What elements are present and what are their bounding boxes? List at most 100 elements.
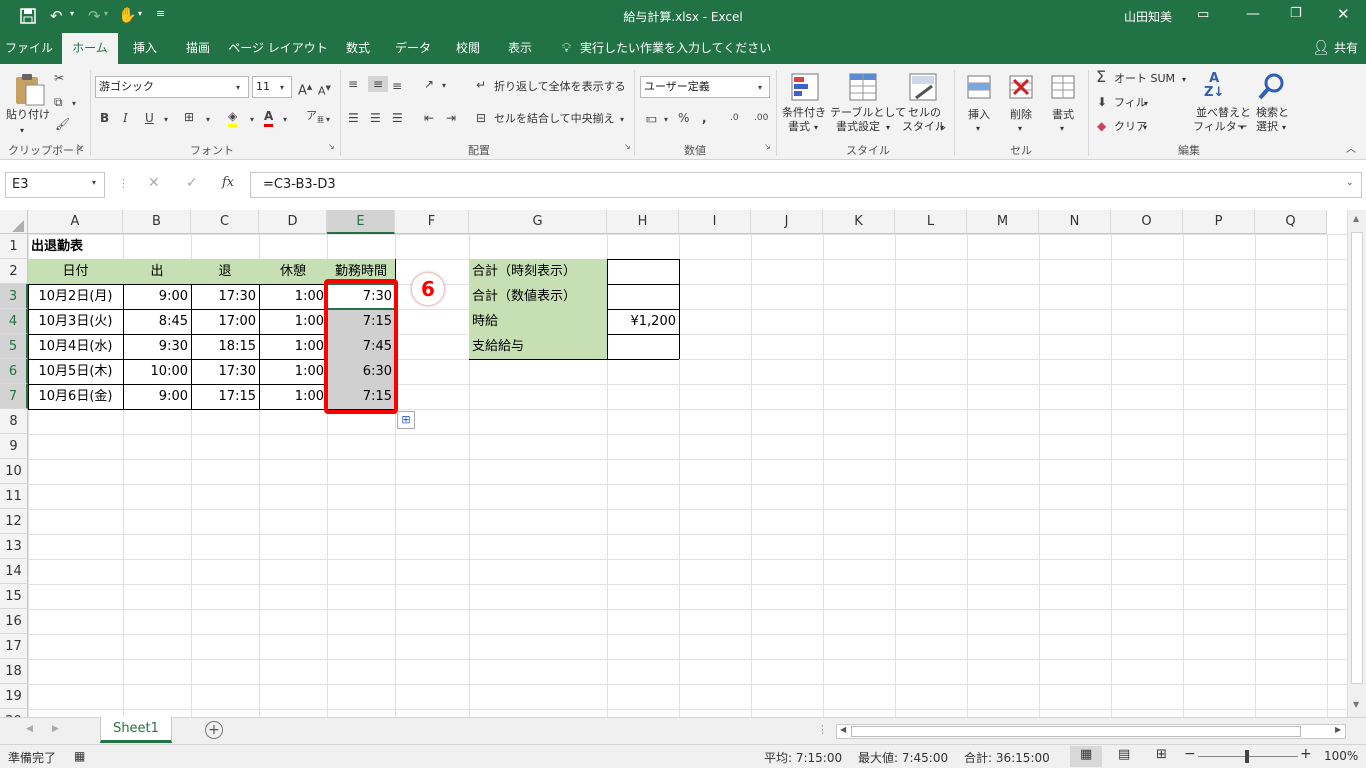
horizontal-scrollbar[interactable]: ◀ ▶ [836,724,1346,739]
accounting-format-icon[interactable]: 💴︎ [646,110,657,126]
column-header-b[interactable]: B [123,210,191,234]
cell-c3[interactable]: 17:30 [191,284,259,309]
cell-a3[interactable]: 10月2日(月) [28,284,123,309]
row-header-2[interactable]: 2 [0,259,28,284]
vertical-scroll-thumb[interactable] [1351,232,1363,684]
tab-page-layout[interactable]: ページ レイアウト [228,33,328,64]
tab-home[interactable]: ホーム [62,33,118,64]
percent-style-icon[interactable]: % [678,110,689,126]
row-header-4[interactable]: 4 [0,309,28,334]
column-header-f[interactable]: F [395,210,469,234]
orientation-icon[interactable]: ↗ [424,76,434,92]
sheet-scroll-left-icon[interactable]: ◀ [26,724,33,734]
name-box-dropdown-icon[interactable]: ▾ [92,178,96,187]
format-cells-icon[interactable] [1048,72,1078,102]
column-header-c[interactable]: C [191,210,259,234]
header-cell-d[interactable]: 休憩 [259,259,327,284]
save-icon[interactable] [20,8,36,24]
number-format-dropdown-icon[interactable]: ▾ [758,80,762,96]
cell-c5[interactable]: 18:15 [191,334,259,359]
tab-review[interactable]: 校閲 [445,33,491,64]
column-header-d[interactable]: D [259,210,327,234]
row-header-16[interactable]: 16 [0,609,28,634]
paste-icon[interactable] [12,72,46,106]
font-color-dropdown-icon[interactable]: ▾ [283,112,287,128]
merge-dropdown-icon[interactable]: ▾ [620,112,624,128]
row-header-19[interactable]: 19 [0,684,28,709]
hscroll-right-icon[interactable]: ▶ [1335,725,1341,734]
align-top-icon[interactable]: ≡ [348,76,358,92]
decrease-decimal-icon[interactable]: .00 [754,110,768,126]
find-dropdown-icon[interactable]: ▾ [1282,121,1286,135]
quick-analysis-icon[interactable]: ⊞ [397,411,415,429]
cell-b4[interactable]: 8:45 [123,309,191,334]
row-header-11[interactable]: 11 [0,484,28,509]
format-dropdown-icon[interactable]: ▾ [1060,122,1064,136]
redo-dropdown-icon[interactable]: ▾ [104,9,108,18]
horizontal-scroll-thumb[interactable] [851,726,1301,737]
cell-d4[interactable]: 1:00 [259,309,327,334]
sort-dropdown-icon[interactable]: ▾ [1240,121,1244,135]
cell-styles-button[interactable]: セルの [908,106,941,120]
cell-c4[interactable]: 17:00 [191,309,259,334]
conditional-dropdown-icon[interactable]: ▾ [814,121,818,135]
page-layout-view-icon[interactable]: ▤ [1118,747,1130,762]
cell-b7[interactable]: 9:00 [123,384,191,409]
row-header-13[interactable]: 13 [0,534,28,559]
sort-filter-icon[interactable]: A Z↓ [1204,72,1224,100]
customize-qat-icon[interactable]: ≡ [156,7,165,20]
summary-value-h5[interactable] [607,334,679,359]
tab-split-grip-icon[interactable]: ⋮ [817,723,828,736]
zoom-out-icon[interactable]: − [1184,746,1196,762]
page-break-view-icon[interactable]: ⊞ [1156,747,1167,762]
font-size-box[interactable]: 11 [252,76,292,98]
column-header-k[interactable]: K [823,210,895,234]
number-format-box[interactable]: ユーザー定義 [640,76,770,98]
row-header-3[interactable]: 3 [0,284,28,309]
delete-cells-icon[interactable] [1006,72,1036,102]
delete-cells-button[interactable]: 削除 [1010,108,1032,122]
column-header-q[interactable]: Q [1255,210,1327,234]
phonetic-dropdown-icon[interactable]: ▾ [326,112,330,128]
font-launcher-icon[interactable]: ↘ [328,142,335,151]
summary-label-g3[interactable]: 合計（数値表示） [469,284,607,309]
new-sheet-icon[interactable]: + [205,721,223,739]
summary-label-g4[interactable]: 時給 [469,309,607,334]
column-header-g[interactable]: G [469,210,607,234]
decrease-indent-icon[interactable]: ⇤ [424,110,434,126]
confirm-entry-icon[interactable]: ✓ [186,175,198,191]
font-name-dropdown-icon[interactable]: ▾ [236,80,240,96]
delete-dropdown-icon[interactable]: ▾ [1018,122,1022,136]
scroll-down-icon[interactable]: ▼ [1353,700,1359,709]
column-header-j[interactable]: J [751,210,823,234]
macro-record-icon[interactable]: ▦ [74,749,85,763]
format-as-table-label2[interactable]: 書式設定 [836,120,880,134]
zoom-level[interactable]: 100% [1324,749,1358,763]
row-header-5[interactable]: 5 [0,334,28,359]
redo-icon[interactable]: ↷ [88,7,101,25]
sort-filter-button[interactable]: 並べ替えと [1196,106,1251,120]
copy-icon[interactable]: ⧉ [54,94,63,110]
accounting-dropdown-icon[interactable]: ▾ [664,112,668,128]
cell-d5[interactable]: 1:00 [259,334,327,359]
column-header-o[interactable]: O [1111,210,1183,234]
column-header-h[interactable]: H [607,210,679,234]
status-average[interactable]: 平均: 7:15:00 [764,749,842,766]
cell-a4[interactable]: 10月3日(火) [28,309,123,334]
format-as-table-button[interactable]: テーブルとして [830,106,906,120]
column-header-n[interactable]: N [1039,210,1111,234]
sheet-tab-sheet1[interactable]: Sheet1 [100,717,172,743]
merge-center-button[interactable]: セルを結合して中央揃え [494,112,615,126]
minimize-icon[interactable]: — [1246,6,1260,22]
row-header-17[interactable]: 17 [0,634,28,659]
fill-icon[interactable]: ⬇ [1097,94,1107,110]
header-cell-c[interactable]: 退 [191,259,259,284]
copy-dropdown-icon[interactable]: ▾ [72,96,76,112]
vertical-scrollbar[interactable]: ▲ ▼ [1347,210,1366,717]
tab-insert[interactable]: 挿入 [122,33,168,64]
row-header-18[interactable]: 18 [0,659,28,684]
cell-a7[interactable]: 10月6日(金) [28,384,123,409]
cancel-entry-icon[interactable]: ✕ [148,175,160,191]
status-max[interactable]: 最大値: 7:45:00 [858,749,948,766]
fill-color-dropdown-icon[interactable]: ▾ [250,112,254,128]
